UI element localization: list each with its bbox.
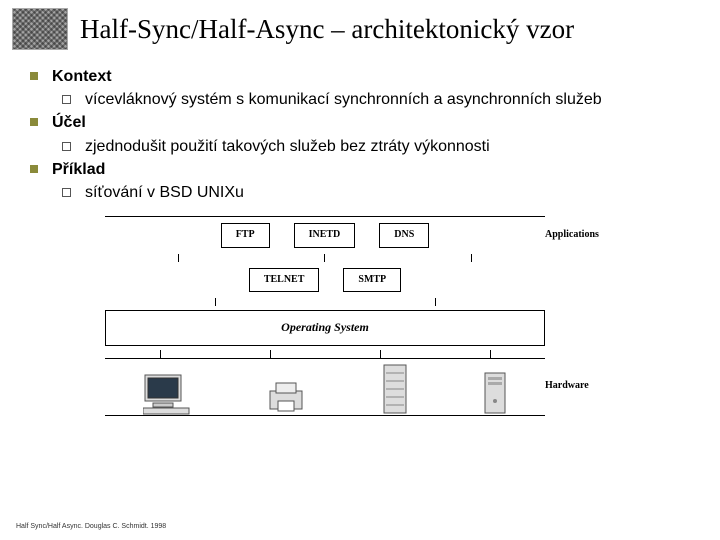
app-box-smtp: SMTP	[343, 268, 401, 293]
printer-icon	[266, 381, 306, 415]
architecture-diagram: FTP INETD DNS Applications TELNET SMTP O…	[105, 216, 625, 415]
label-hardware: Hardware	[545, 379, 625, 394]
square-bullet-icon	[30, 72, 38, 80]
subbullet-kontext: vícevláknový systém s komunikací synchro…	[62, 88, 700, 111]
bullet-text: Kontext	[52, 65, 112, 88]
subbullet-priklad: síťování v BSD UNIXu	[62, 181, 700, 204]
logo-icon	[12, 8, 68, 50]
bullet-ucel: Účel	[30, 111, 700, 134]
square-bullet-icon	[30, 118, 38, 126]
footer-citation: Half Sync/Half Async. Douglas C. Schmidt…	[16, 523, 166, 530]
app-box-inetd: INETD	[294, 223, 356, 248]
open-square-bullet-icon	[62, 188, 71, 197]
slide-content: Kontext vícevláknový systém s komunikací…	[0, 55, 720, 416]
server-rack-icon	[382, 363, 408, 415]
bullet-priklad: Příklad	[30, 158, 700, 181]
os-box: Operating System	[105, 310, 545, 345]
app-box-ftp: FTP	[221, 223, 270, 248]
label-applications: Applications	[545, 228, 625, 243]
bullet-text: Účel	[52, 111, 86, 134]
open-square-bullet-icon	[62, 95, 71, 104]
square-bullet-icon	[30, 165, 38, 173]
bullet-text: Příklad	[52, 158, 105, 181]
app-box-dns: DNS	[379, 223, 429, 248]
monitor-icon	[143, 373, 191, 415]
subbullet-ucel: zjednodušit použití takových služeb bez …	[62, 135, 700, 158]
tower-pc-icon	[483, 371, 507, 415]
subbullet-text: vícevláknový systém s komunikací synchro…	[85, 88, 602, 111]
slide-header: Half-Sync/Half-Async – architektonický v…	[0, 0, 720, 55]
slide-title: Half-Sync/Half-Async – architektonický v…	[80, 14, 574, 45]
subbullet-text: zjednodušit použití takových služeb bez …	[85, 135, 490, 158]
subbullet-text: síťování v BSD UNIXu	[85, 181, 244, 204]
app-box-telnet: TELNET	[249, 268, 320, 293]
open-square-bullet-icon	[62, 142, 71, 151]
bullet-kontext: Kontext	[30, 65, 700, 88]
